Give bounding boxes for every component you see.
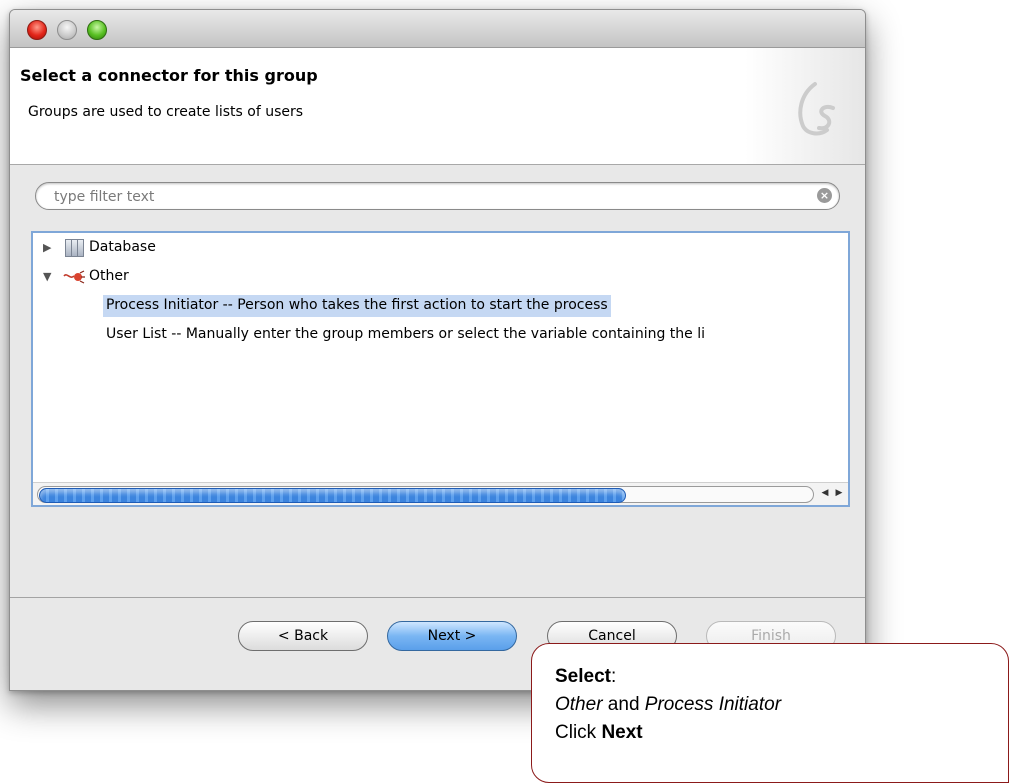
minimize-window-button[interactable] xyxy=(57,20,77,40)
callout-select-word: Select xyxy=(555,666,611,687)
page-title: Select a connector for this group xyxy=(20,66,318,85)
tree-item-label: Database xyxy=(89,239,156,255)
close-window-button[interactable] xyxy=(27,20,47,40)
horizontal-scrollbar[interactable]: ◀ ▶ xyxy=(33,482,848,505)
filter-input[interactable] xyxy=(52,186,816,208)
scroll-thumb[interactable] xyxy=(39,488,626,503)
tree-item-label: Other xyxy=(89,268,129,284)
title-bar xyxy=(10,10,865,48)
clear-search-icon[interactable]: × xyxy=(817,188,832,203)
connector-dialog-window: Select a connector for this group Groups… xyxy=(9,9,866,691)
callout-next: Next xyxy=(601,722,643,743)
connector-tree[interactable]: ▶ Database ▼ Other Process Initiator -- … xyxy=(31,231,850,507)
tree-item-label: Process Initiator -- Person who takes th… xyxy=(106,297,608,313)
tree-item-label: User List -- Manually enter the group me… xyxy=(106,326,705,342)
logo-area xyxy=(745,48,865,164)
database-icon xyxy=(65,238,85,257)
footer-divider xyxy=(10,597,865,598)
callout-line-click: Click Next xyxy=(555,722,643,744)
callout-and: and xyxy=(602,694,645,715)
next-button[interactable]: Next > xyxy=(387,621,517,651)
back-button[interactable]: < Back xyxy=(238,621,368,651)
filter-search-field[interactable]: × xyxy=(35,182,840,210)
callout-colon: : xyxy=(610,666,617,687)
callout-process-initiator: Process Initiator xyxy=(644,694,782,715)
callout-click: Click xyxy=(555,722,602,743)
connector-icon xyxy=(63,270,85,284)
bonita-logo-icon xyxy=(793,78,843,152)
scroll-right-icon[interactable]: ▶ xyxy=(831,486,847,501)
zoom-window-button[interactable] xyxy=(87,20,107,40)
tree-item-process-initiator[interactable]: Process Initiator -- Person who takes th… xyxy=(103,295,611,317)
callout-line-select: Select: xyxy=(555,666,616,688)
callout-other: Other xyxy=(555,694,603,715)
scroll-track[interactable] xyxy=(37,486,814,503)
expand-arrow-icon[interactable]: ▶ xyxy=(43,241,51,254)
collapse-arrow-icon[interactable]: ▼ xyxy=(43,270,51,283)
instruction-callout: Select: Other and Process Initiator Clic… xyxy=(531,643,1009,783)
callout-line-items: Other and Process Initiator xyxy=(555,694,781,716)
page-description: Groups are used to create lists of users xyxy=(28,104,304,120)
wizard-header: Select a connector for this group Groups… xyxy=(10,48,865,165)
tree-item-user-list[interactable]: User List -- Manually enter the group me… xyxy=(106,324,705,346)
